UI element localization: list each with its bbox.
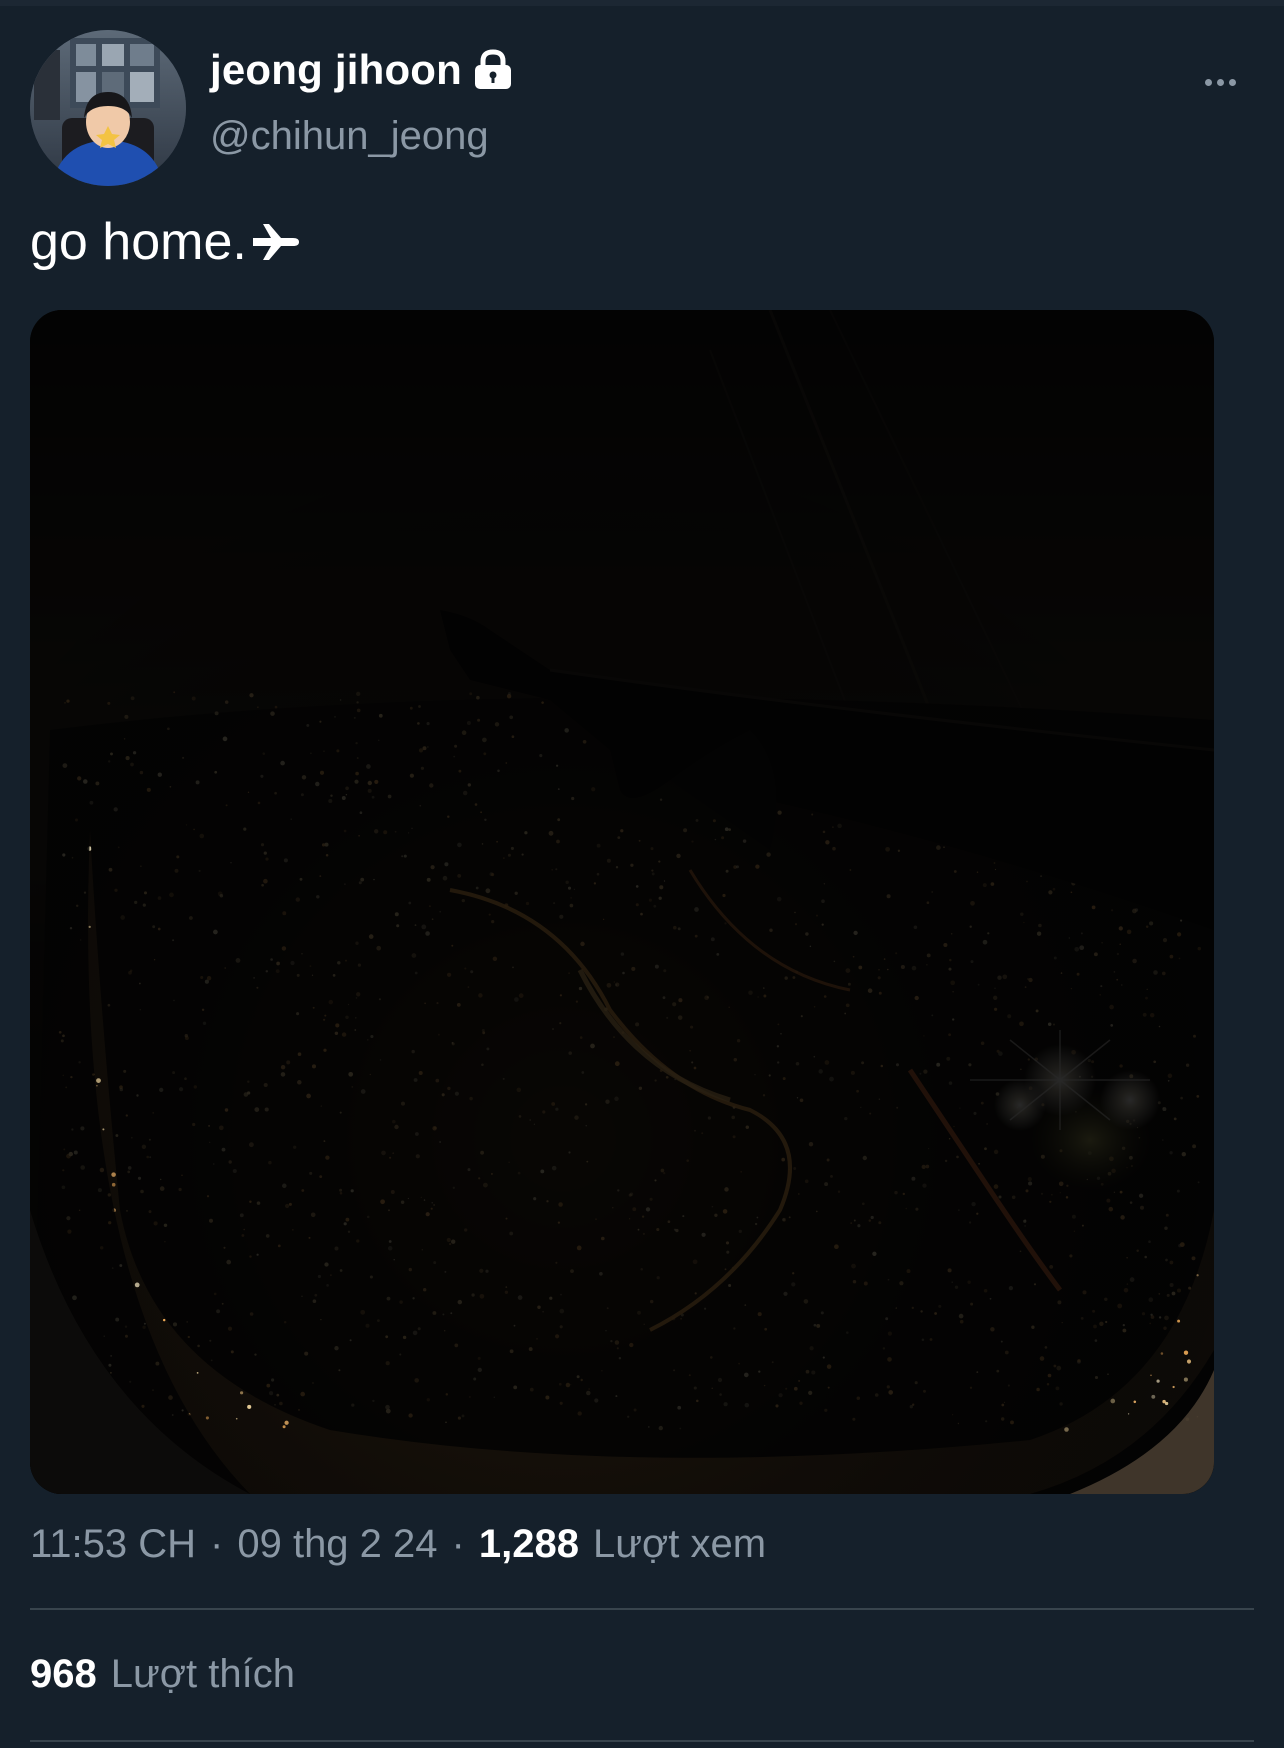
city-light bbox=[247, 1404, 252, 1409]
city-light bbox=[96, 1084, 98, 1087]
lock-icon bbox=[472, 49, 514, 91]
tweet-photo[interactable] bbox=[30, 310, 1214, 1494]
divider bbox=[30, 1740, 1254, 1742]
avatar[interactable] bbox=[30, 30, 186, 186]
top-border bbox=[0, 0, 1284, 6]
tweet-detail-page: jeong jihoon @chihun_jeong go home. 11:5… bbox=[0, 0, 1284, 1748]
city-light bbox=[240, 1391, 244, 1395]
city-light bbox=[111, 1172, 116, 1177]
tweet-text-content: go home. bbox=[30, 213, 247, 271]
more-dot bbox=[1228, 78, 1236, 86]
author-handle[interactable]: @chihun_jeong bbox=[210, 114, 489, 159]
city-light bbox=[282, 1425, 286, 1429]
more-horizontal-icon bbox=[1204, 78, 1212, 86]
meta-separator: · bbox=[210, 1522, 224, 1566]
city-light bbox=[1186, 1359, 1192, 1364]
city-light bbox=[1177, 1319, 1181, 1323]
likes-label: Lượt thích bbox=[110, 1652, 295, 1696]
city-light bbox=[1127, 1413, 1130, 1415]
tweet-text: go home. bbox=[30, 212, 301, 272]
city-light bbox=[1196, 1274, 1199, 1277]
likes-link[interactable]: 968 Lượt thích bbox=[30, 1652, 295, 1697]
views-count: 1,288 bbox=[478, 1522, 579, 1566]
city-light bbox=[1162, 1399, 1166, 1404]
city-light bbox=[1133, 1400, 1137, 1404]
author-name-row: jeong jihoon bbox=[210, 46, 514, 94]
city-light bbox=[1151, 1394, 1156, 1399]
tweet-time[interactable]: 11:53 CH bbox=[30, 1522, 196, 1567]
city-light bbox=[1156, 1379, 1160, 1383]
meta-separator: · bbox=[451, 1522, 465, 1566]
more-options-button[interactable] bbox=[1196, 62, 1244, 102]
city-light bbox=[235, 1417, 238, 1420]
divider bbox=[30, 1608, 1254, 1610]
city-light bbox=[1064, 1427, 1069, 1432]
city-light bbox=[134, 1282, 140, 1288]
display-name[interactable]: jeong jihoon bbox=[210, 46, 462, 94]
city-light bbox=[111, 1182, 116, 1187]
city-light bbox=[1150, 1374, 1152, 1377]
tweet-meta: 11:53 CH · 09 thg 2 24 · 1,288 Lượt xem bbox=[30, 1522, 766, 1567]
more-dot bbox=[1216, 78, 1224, 86]
night-city-from-airplane-window bbox=[30, 310, 1214, 1494]
city-light bbox=[1110, 1398, 1116, 1404]
city-light bbox=[205, 1416, 209, 1420]
tweet-date[interactable]: 09 thg 2 24 bbox=[237, 1522, 437, 1567]
views-label: Lượt xem bbox=[592, 1522, 767, 1566]
likes-count: 968 bbox=[30, 1652, 97, 1696]
city-light bbox=[162, 1318, 166, 1322]
city-light bbox=[1183, 1350, 1189, 1355]
city-light bbox=[196, 1372, 199, 1374]
city-light bbox=[102, 1128, 105, 1131]
city-light bbox=[284, 1420, 289, 1425]
city-light bbox=[1160, 1352, 1164, 1355]
city-light bbox=[1172, 1385, 1175, 1389]
city-light bbox=[1183, 1377, 1188, 1382]
city-light bbox=[88, 925, 91, 929]
airplane-icon bbox=[252, 224, 299, 260]
city-light bbox=[96, 1078, 101, 1083]
